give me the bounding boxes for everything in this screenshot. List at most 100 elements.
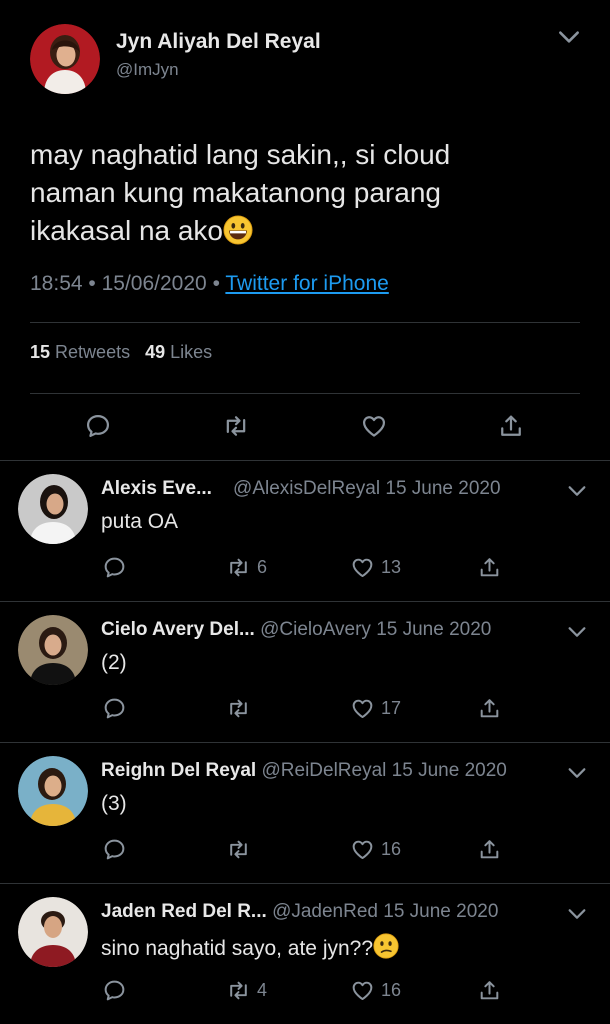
author-name[interactable]: Jyn Aliyah Del Reyal	[116, 30, 321, 54]
retweet-button[interactable]	[226, 695, 257, 721]
retweet-button[interactable]	[226, 836, 257, 862]
meta-separator: •	[212, 272, 220, 295]
reply-text: puta OA	[101, 510, 179, 533]
heart-icon	[350, 696, 375, 721]
reply-author-handle[interactable]: @JadenRed	[272, 901, 378, 922]
tweet-meta: 18:54 • 15/06/2020 • Twitter for iPhone	[30, 272, 389, 296]
reply-text: sino naghatid sayo, ate jyn??	[101, 933, 399, 961]
grinning-face-emoji	[223, 215, 253, 245]
retweet-count: 6	[257, 556, 268, 577]
share-button[interactable]	[477, 836, 508, 862]
like-count: 16	[381, 979, 402, 1000]
reply-button[interactable]	[102, 977, 133, 1003]
reply-icon[interactable]	[84, 412, 112, 440]
avatar[interactable]	[18, 756, 88, 826]
like-button[interactable]: 17	[350, 695, 401, 721]
reply-tweet[interactable]: Cielo Avery Del... @CieloAvery 15 June 2…	[0, 601, 610, 742]
share-icon	[477, 696, 502, 721]
tweet-text-line: ikakasal na ako	[30, 215, 224, 246]
retweet-icon[interactable]	[222, 412, 250, 440]
reply-button[interactable]	[102, 695, 133, 721]
like-count: 16	[381, 838, 402, 859]
reply-tweet[interactable]: Alexis Eve... @AlexisDelReyal 15 June 20…	[0, 460, 610, 601]
share-button[interactable]	[477, 554, 508, 580]
retweet-count: 4	[257, 979, 268, 1000]
retweet-button[interactable]: 4	[226, 977, 267, 1003]
chevron-down-icon[interactable]	[566, 762, 588, 784]
reply-author-handle[interactable]: @AlexisDelReyal	[233, 478, 380, 499]
heart-icon[interactable]	[360, 412, 388, 440]
tweet-time: 18:54	[30, 272, 83, 295]
retweet-icon	[226, 555, 251, 580]
share-icon	[477, 978, 502, 1003]
confused-face-emoji	[373, 933, 399, 959]
chevron-down-icon[interactable]	[566, 480, 588, 502]
chevron-down-icon[interactable]	[556, 24, 582, 50]
main-tweet: Jyn Aliyah Del Reyal @ImJyn may naghatid…	[0, 0, 610, 460]
reply-author-name[interactable]: Cielo Avery Del...	[101, 619, 255, 640]
tweet-source-link[interactable]: Twitter for iPhone	[225, 272, 388, 295]
avatar[interactable]	[18, 474, 88, 544]
likes-stat[interactable]: 49 Likes	[145, 342, 212, 362]
chevron-down-icon[interactable]	[566, 621, 588, 643]
reply-author-handle[interactable]: @ReiDelReyal	[262, 760, 387, 781]
reply-author-name[interactable]: Reighn Del Reyal	[101, 760, 256, 781]
like-button[interactable]: 16	[350, 977, 401, 1003]
divider	[30, 393, 580, 394]
meta-separator: •	[88, 272, 96, 295]
retweets-stat[interactable]: 15 Retweets	[30, 342, 130, 362]
retweet-icon	[226, 837, 251, 862]
reply-icon	[102, 978, 127, 1003]
heart-icon	[350, 555, 375, 580]
like-count: 17	[381, 697, 402, 718]
reply-date: 15 June 2020	[385, 478, 501, 499]
share-icon	[477, 555, 502, 580]
share-icon[interactable]	[497, 412, 525, 440]
retweet-button[interactable]: 6	[226, 554, 267, 580]
reply-tweet[interactable]: Jaden Red Del R... @JadenRed 15 June 202…	[0, 883, 610, 1024]
reply-text: (2)	[101, 651, 127, 674]
heart-icon	[350, 837, 375, 862]
retweets-count: 15	[30, 342, 51, 362]
share-icon	[477, 837, 502, 862]
reply-button[interactable]	[102, 836, 133, 862]
reply-text-content: sino naghatid sayo, ate jyn??	[101, 937, 374, 960]
tweet-text: may naghatid lang sakin,, si cloud naman…	[30, 136, 570, 250]
divider	[30, 322, 580, 323]
reply-text: (3)	[101, 792, 127, 815]
reply-icon	[102, 696, 127, 721]
author-handle[interactable]: @ImJyn	[116, 60, 179, 80]
tweet-stats: 15 Retweets 49 Likes	[30, 342, 212, 363]
likes-count: 49	[145, 342, 166, 362]
like-button[interactable]: 13	[350, 554, 401, 580]
reply-author-handle[interactable]: @CieloAvery	[260, 619, 371, 640]
reply-tweet[interactable]: Reighn Del Reyal @ReiDelReyal 15 June 20…	[0, 742, 610, 883]
reply-date: 15 June 2020	[383, 901, 499, 922]
retweet-icon	[226, 696, 251, 721]
retweet-icon	[226, 978, 251, 1003]
avatar[interactable]	[30, 24, 100, 94]
reply-author-name[interactable]: Jaden Red Del R...	[101, 901, 267, 922]
retweets-label: Retweets	[55, 342, 131, 362]
chevron-down-icon[interactable]	[566, 903, 588, 925]
heart-icon	[350, 978, 375, 1003]
reply-header: Jaden Red Del R... @JadenRed 15 June 202…	[101, 901, 601, 923]
avatar[interactable]	[18, 897, 88, 967]
share-button[interactable]	[477, 695, 508, 721]
tweet-text-line: may naghatid lang sakin,, si cloud	[30, 139, 451, 170]
reply-author-name[interactable]: Alexis Eve...	[101, 478, 212, 499]
reply-icon	[102, 555, 127, 580]
reply-button[interactable]	[102, 554, 133, 580]
tweet-date: 15/06/2020	[101, 272, 207, 295]
avatar[interactable]	[18, 615, 88, 685]
reply-header: Reighn Del Reyal @ReiDelReyal 15 June 20…	[101, 760, 601, 782]
reply-header: Alexis Eve... @AlexisDelReyal 15 June 20…	[101, 478, 601, 500]
reply-header: Cielo Avery Del... @CieloAvery 15 June 2…	[101, 619, 601, 641]
tweet-text-line: naman kung makatanong parang	[30, 177, 441, 208]
like-button[interactable]: 16	[350, 836, 401, 862]
likes-label: Likes	[170, 342, 213, 362]
like-count: 13	[381, 556, 402, 577]
reply-icon	[102, 837, 127, 862]
reply-date: 15 June 2020	[391, 760, 507, 781]
share-button[interactable]	[477, 977, 508, 1003]
